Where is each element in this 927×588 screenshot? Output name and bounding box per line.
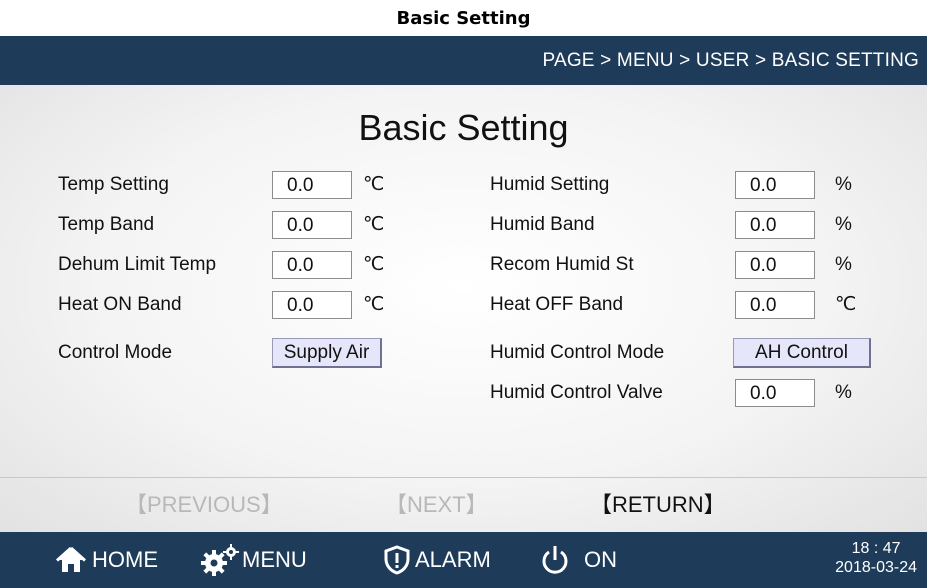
settings-panel: Basic Setting Temp Setting 0.0 ℃ Temp Ba… [0, 85, 927, 532]
temp-setting-label: Temp Setting [58, 174, 169, 195]
caption-title: Basic Setting [396, 7, 531, 29]
heat-off-band-field[interactable]: 0.0 [735, 291, 815, 319]
temp-band-unit: ℃ [363, 214, 385, 235]
humid-setting-label: Humid Setting [490, 174, 610, 195]
temp-setting-unit: ℃ [363, 174, 385, 195]
humid-setting-unit: % [835, 174, 852, 195]
page-nav: 【PREVIOUS】 【NEXT】 【RETURN】 [0, 477, 927, 530]
bottom-bar: HOME MENU ALARM ON 18: 47 2018-03-24 [0, 532, 927, 588]
heat-on-band-field[interactable]: 0.0 [272, 291, 352, 319]
clock: 18 : 47 2018-03-24 [835, 540, 917, 578]
humid-band-field[interactable]: 0.0 [735, 211, 815, 239]
humid-control-valve-field[interactable]: 0.0 [735, 379, 815, 407]
humid-control-valve-unit: % [835, 382, 852, 403]
alarm-button[interactable]: ALARM [383, 532, 491, 588]
humid-band-label: Humid Band [490, 214, 595, 235]
gears-icon [200, 544, 240, 576]
top-bar: PAGE > MENU > USER > BASIC SETTING [0, 36, 927, 85]
shield-alert-icon [383, 545, 411, 575]
page-title: Basic Setting [358, 107, 569, 148]
return-button[interactable]: 【RETURN】 [590, 490, 726, 520]
temp-band-label: Temp Band [58, 214, 155, 235]
menu-button[interactable]: MENU [200, 532, 307, 588]
heat-off-band-label: Heat OFF Band [490, 294, 624, 315]
recom-humid-st-field[interactable]: 0.0 [735, 251, 815, 279]
control-mode-label: Control Mode [58, 342, 173, 363]
recom-humid-st-label: Recom Humid St [490, 254, 634, 275]
power-button[interactable]: ON [540, 532, 617, 588]
clock-date: 2018-03-24 [835, 559, 917, 576]
recom-humid-st-unit: % [835, 254, 852, 275]
home-icon [56, 546, 86, 574]
home-label: HOME [92, 547, 158, 572]
humid-control-valve-label: Humid Control Valve [490, 382, 663, 403]
next-button[interactable]: 【NEXT】 [385, 490, 488, 520]
dehum-limit-temp-field[interactable]: 0.0 [272, 251, 352, 279]
dehum-limit-temp-unit: ℃ [363, 254, 385, 275]
dehum-limit-temp-label: Dehum Limit Temp [58, 254, 217, 275]
alarm-label: ALARM [415, 547, 491, 572]
menu-label: MENU [242, 547, 307, 572]
heat-off-band-unit: ℃ [835, 294, 857, 315]
home-button[interactable]: HOME [56, 532, 158, 588]
power-label: ON [584, 547, 617, 572]
control-mode-button[interactable]: Supply Air [272, 338, 382, 368]
breadcrumb: PAGE > MENU > USER > BASIC SETTING [542, 50, 919, 71]
heat-on-band-unit: ℃ [363, 294, 385, 315]
power-icon [540, 545, 570, 575]
temp-setting-field[interactable]: 0.0 [272, 171, 352, 199]
heat-on-band-label: Heat ON Band [58, 294, 182, 315]
previous-button[interactable]: 【PREVIOUS】 [125, 490, 283, 520]
temp-band-field[interactable]: 0.0 [272, 211, 352, 239]
clock-time: 18 : 47 [851, 540, 901, 557]
humid-band-unit: % [835, 214, 852, 235]
humid-control-mode-label: Humid Control Mode [490, 342, 665, 363]
humid-setting-field[interactable]: 0.0 [735, 171, 815, 199]
humid-control-mode-button[interactable]: AH Control [733, 338, 871, 368]
